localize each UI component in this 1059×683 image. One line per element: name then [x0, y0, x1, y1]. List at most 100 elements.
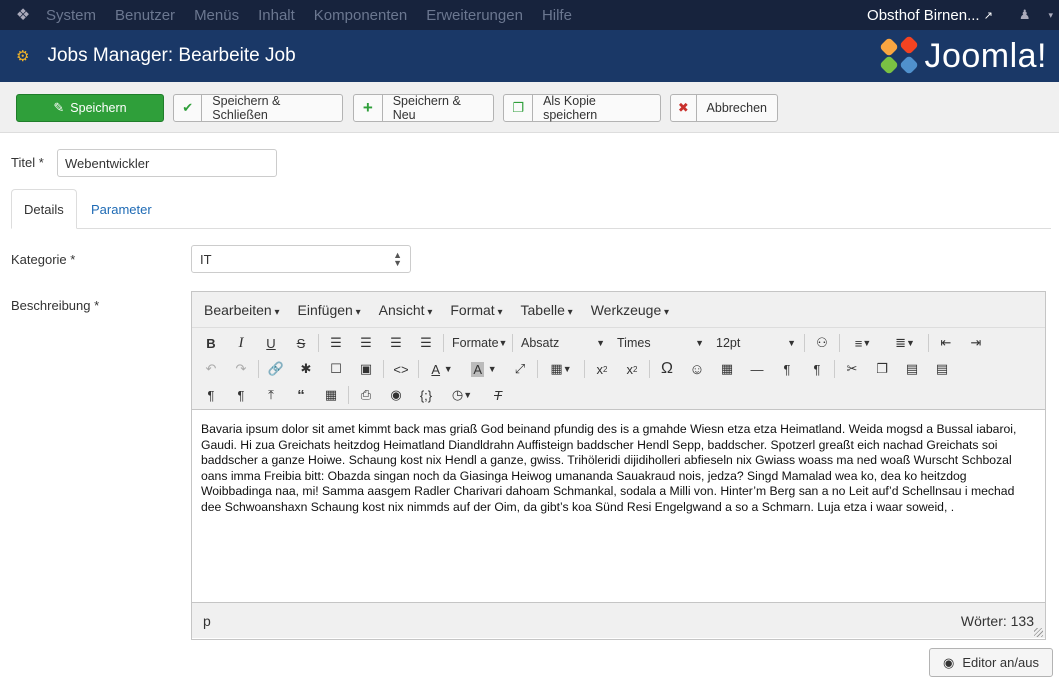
text-color-icon[interactable]: A ▼: [421, 357, 463, 381]
cut-icon[interactable]: ✂: [837, 357, 867, 381]
editor-menu-tools[interactable]: Werkzeuge: [591, 302, 669, 318]
underline-icon[interactable]: U: [256, 331, 286, 355]
check-icon: ✔: [174, 95, 203, 121]
redo-icon[interactable]: ↷: [226, 357, 256, 381]
print-icon[interactable]: ⎙: [351, 383, 381, 407]
menu-users[interactable]: Benutzer: [115, 7, 175, 24]
editor-menu-format[interactable]: Format: [450, 302, 502, 318]
datetime-icon[interactable]: ◷ ▼: [441, 383, 483, 407]
menu-extensions[interactable]: Erweiterungen: [426, 7, 523, 24]
plus-icon: +: [354, 95, 383, 121]
align-left-icon[interactable]: ☰: [321, 331, 351, 355]
joomla-brand-logo: Joomla!: [879, 35, 1047, 76]
preview-icon[interactable]: ◉: [381, 383, 411, 407]
chevron-down-icon[interactable]: ▾: [1048, 10, 1053, 21]
code-icon[interactable]: <>: [386, 357, 416, 381]
upload-icon[interactable]: ⤒: [256, 383, 286, 407]
bookmark-icon[interactable]: ☐: [321, 357, 351, 381]
external-link-icon[interactable]: ↗: [984, 9, 993, 22]
editor-menu-edit[interactable]: Bearbeiten: [204, 302, 280, 318]
category-label: Kategorie *: [11, 252, 76, 267]
undo-icon[interactable]: ↶: [196, 357, 226, 381]
menu-menus[interactable]: Menüs: [194, 7, 239, 24]
align-right-icon[interactable]: ☰: [381, 331, 411, 355]
find-replace-icon[interactable]: ⚇: [807, 331, 837, 355]
save-close-button[interactable]: ✔ Speichern & Schließen: [173, 94, 343, 122]
unlink-icon[interactable]: ✱: [291, 357, 321, 381]
cancel-label: Abbrechen: [706, 101, 767, 115]
save-new-button[interactable]: + Speichern & Neu: [353, 94, 494, 122]
align-center-icon[interactable]: ☰: [351, 331, 381, 355]
block-format-label: Absatz: [521, 336, 560, 350]
superscript-icon[interactable]: x2: [617, 357, 647, 381]
toggle-editor-label: Editor an/aus: [962, 655, 1039, 670]
bold-icon[interactable]: B: [196, 331, 226, 355]
link-icon[interactable]: 🔗: [261, 357, 291, 381]
subscript-icon[interactable]: x2: [587, 357, 617, 381]
element-path[interactable]: p: [203, 613, 211, 629]
paragraph-icon[interactable]: ¶: [196, 383, 226, 407]
menu-system[interactable]: System: [46, 7, 96, 24]
save-button[interactable]: ✎ Speichern: [16, 94, 164, 122]
template-icon[interactable]: {;}: [411, 383, 441, 407]
bullet-list-icon[interactable]: ≡ ▼: [842, 331, 884, 355]
tab-details[interactable]: Details: [11, 189, 77, 229]
title-input[interactable]: Webentwickler: [57, 149, 277, 177]
align-justify-icon[interactable]: ☰: [411, 331, 441, 355]
editor-content-area[interactable]: Bavaria ipsum dolor sit amet kimmt back …: [192, 410, 1045, 602]
visual-blocks-icon[interactable]: ▦: [316, 383, 346, 407]
joomla-icon[interactable]: ❖: [0, 0, 46, 30]
indent-icon[interactable]: ⇥: [961, 331, 991, 355]
tab-parameter[interactable]: Parameter: [79, 189, 164, 229]
formats-dropdown[interactable]: Formate ▼: [446, 331, 510, 355]
horizontal-rule-icon[interactable]: —: [742, 357, 772, 381]
cancel-button[interactable]: ✖ Abbrechen: [670, 94, 778, 122]
save-close-label: Speichern & Schließen: [212, 94, 281, 122]
chevron-down-icon: ▼: [498, 338, 508, 348]
resize-handle-icon[interactable]: [1034, 628, 1043, 637]
fullscreen-icon[interactable]: ⤢: [505, 357, 535, 381]
select-arrows-icon: ▲ ▼: [393, 250, 402, 268]
emoticons-icon[interactable]: ☺: [682, 357, 712, 381]
numbered-list-icon[interactable]: ≣ ▼: [884, 331, 926, 355]
user-icon[interactable]: ♟: [1019, 7, 1031, 23]
image-icon[interactable]: ▣: [351, 357, 381, 381]
menu-help[interactable]: Hilfe: [542, 7, 572, 24]
menu-components[interactable]: Komponenten: [314, 7, 407, 24]
strikethrough-icon[interactable]: S: [286, 331, 316, 355]
toggle-editor-button[interactable]: ◉ Editor an/aus: [929, 648, 1053, 677]
table-icon[interactable]: ▦ ▼: [540, 357, 582, 381]
chevron-down-icon: ▼: [695, 338, 704, 348]
joomla-logo-icon: [879, 35, 920, 76]
rtl-icon[interactable]: ¶: [802, 357, 832, 381]
block-format-dropdown[interactable]: Absatz ▼: [515, 331, 611, 355]
media-icon[interactable]: ▦: [712, 357, 742, 381]
editor-menu-table[interactable]: Tabelle: [521, 302, 573, 318]
menu-content[interactable]: Inhalt: [258, 7, 295, 24]
paragraph-alt-icon[interactable]: ¶: [226, 383, 256, 407]
category-select[interactable]: IT ▲ ▼: [191, 245, 411, 273]
ltr-icon[interactable]: ¶: [772, 357, 802, 381]
editor-menu-view[interactable]: Ansicht: [379, 302, 433, 318]
background-color-icon[interactable]: A ▼: [463, 357, 505, 381]
font-size-dropdown[interactable]: 12pt ▼: [710, 331, 802, 355]
outdent-icon[interactable]: ⇤: [931, 331, 961, 355]
save-new-label: Speichern & Neu: [392, 94, 461, 122]
editor-menu-insert[interactable]: Einfügen: [298, 302, 361, 318]
copy-icon[interactable]: ❐: [867, 357, 897, 381]
form-tabs: Details Parameter: [11, 189, 1051, 229]
paste-icon[interactable]: ▤: [897, 357, 927, 381]
blockquote-icon[interactable]: “: [286, 383, 316, 407]
italic-icon[interactable]: I: [226, 331, 256, 355]
copy-icon: ❐: [504, 95, 534, 121]
action-toolbar: ✎ Speichern ✔ Speichern & Schließen + Sp…: [0, 82, 1059, 133]
save-copy-label: Als Kopie speichern: [543, 94, 598, 122]
paste-text-icon[interactable]: ▤: [927, 357, 957, 381]
save-copy-button[interactable]: ❐ Als Kopie speichern: [503, 94, 661, 122]
special-char-icon[interactable]: Ω: [652, 357, 682, 381]
gears-icon: ⚙: [16, 48, 30, 65]
clear-format-icon[interactable]: T: [483, 383, 513, 407]
admin-top-menu: ❖ System Benutzer Menüs Inhalt Komponent…: [0, 0, 1059, 30]
font-family-dropdown[interactable]: Times ▼: [611, 331, 710, 355]
site-name-link[interactable]: Obsthof Birnen...: [867, 7, 980, 24]
